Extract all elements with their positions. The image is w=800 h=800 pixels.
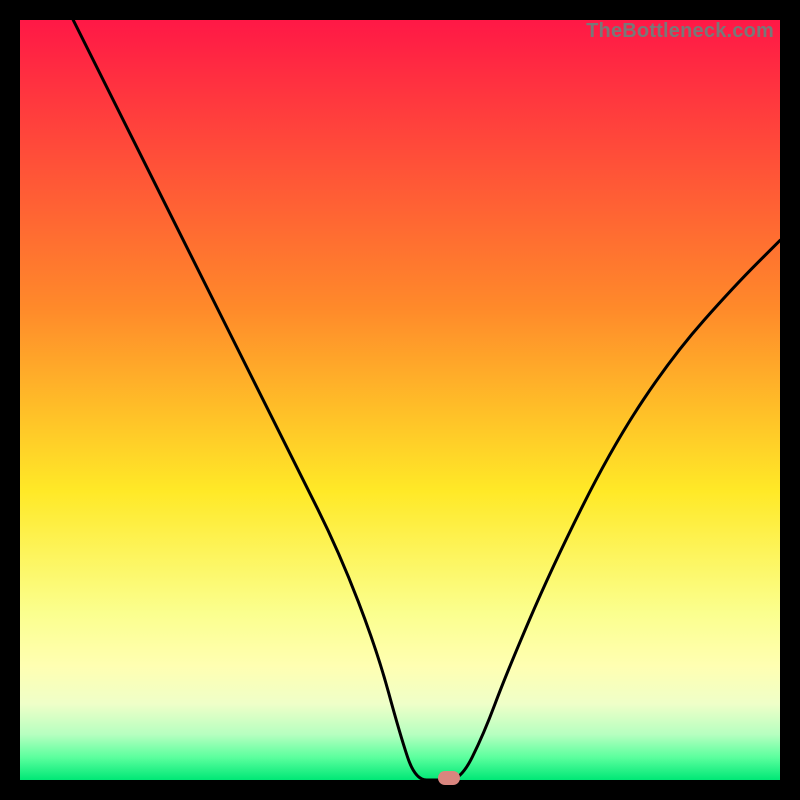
- chart-frame: TheBottleneck.com: [20, 20, 780, 780]
- watermark-label: TheBottleneck.com: [586, 20, 774, 43]
- optimal-point-marker: [438, 771, 460, 785]
- bottleneck-curve: [20, 20, 780, 780]
